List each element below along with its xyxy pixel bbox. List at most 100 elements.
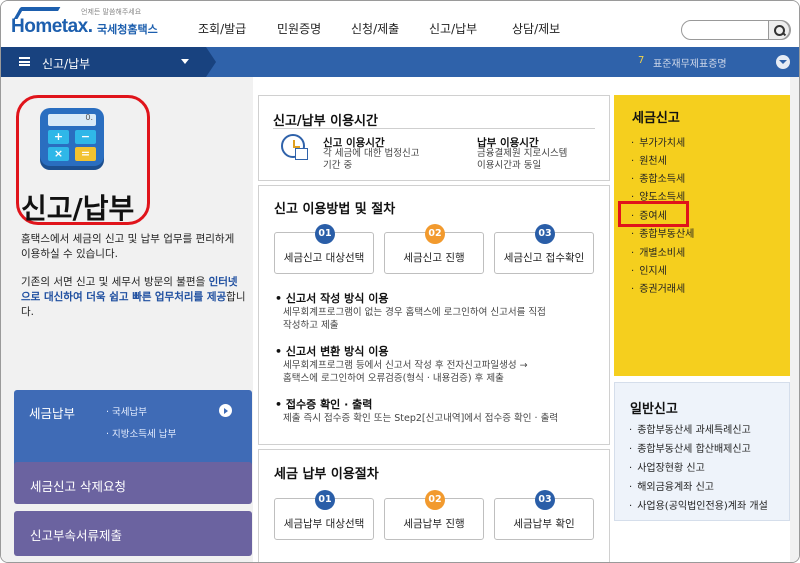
method-title: 신고 이용방법 및 절차 xyxy=(274,202,396,217)
notice-number: 7 xyxy=(638,55,645,66)
bullet-heading: • 신고서 변환 방식 이용 xyxy=(275,345,389,358)
menu-breadcrumb[interactable]: 신고/납부 xyxy=(1,47,216,77)
report-hours-desc-2: 기간 중 xyxy=(323,160,353,171)
tax-report-panel: 세금신고 부가가치세 원천세 종합소득세 양도소득세 증여세 종합부동산세 개별… xyxy=(614,95,790,376)
step-number: 03 xyxy=(535,224,555,244)
method-b2-title: 신고서 변환 방식 이용 xyxy=(285,345,389,358)
tax-report-item-individual-consumption[interactable]: 개별소비세 xyxy=(631,244,685,259)
attachment-submit-label: 신고부속서류제출 xyxy=(30,528,123,543)
hours-title: 신고/납부 이용시간 xyxy=(273,114,378,129)
report-step-2[interactable]: 02 세금신고 진행 xyxy=(384,224,484,274)
menu-title: 신고/납부 xyxy=(42,57,91,71)
intro2-line-a: 기존의 서면 신고 및 세무서 방문의 불편을 xyxy=(21,276,206,288)
pay-hours-desc-2: 이용시간과 동일 xyxy=(477,160,542,171)
gift-tax-highlight xyxy=(618,201,689,227)
report-step-1[interactable]: 01 세금신고 대상선택 xyxy=(274,224,374,274)
local-income-tax-link[interactable]: · 지방소득세 납부 xyxy=(106,426,176,440)
hours-card: 신고/납부 이용시간 신고 이용시간 각 세금에 대한 법정신고 기간 중 납부… xyxy=(258,95,610,181)
step-label: 세금납부 대상선택 xyxy=(283,518,365,530)
nav-consult-report[interactable]: 상담/제보 xyxy=(512,20,560,37)
step-label: 세금납부 진행 xyxy=(403,518,465,530)
general-report-panel: 일반신고 종합부동산세 과세특례신고 종합부동산세 합산배제신고 사업장현황 신… xyxy=(614,382,790,521)
method-b1-line-2: 작성하고 제출 xyxy=(283,320,339,331)
menu-bar: 신고/납부 7 표준재무제표증명 xyxy=(1,47,799,77)
nav-report-pay[interactable]: 신고/납부 xyxy=(429,20,477,37)
left-panel: 0. + − × = 신고/납부 홈택스에서 세금의 신고 및 납부 업무를 편… xyxy=(1,77,253,562)
step-number: 02 xyxy=(425,224,445,244)
tax-report-item-vat[interactable]: 부가가치세 xyxy=(631,134,685,149)
hamburger-icon[interactable] xyxy=(19,57,30,66)
hometax-window: 언제든 말씀해주세요 Hometax. 국세청홈택스 조회/발급 민원증명 신청… xyxy=(0,0,800,563)
step-number: 01 xyxy=(315,490,335,510)
delete-request-button[interactable]: 세금신고 삭제요청 xyxy=(14,462,252,504)
step-label: 세금신고 진행 xyxy=(403,252,465,264)
multiply-key: × xyxy=(48,147,69,161)
nav-apply-submit[interactable]: 신청/제출 xyxy=(351,20,399,37)
tax-report-item-stamp[interactable]: 인지세 xyxy=(631,262,667,277)
payment-step-3[interactable]: 03 세금납부 확인 xyxy=(494,490,594,540)
general-report-item[interactable]: 사업용(공익법인전용)계좌 개설 xyxy=(629,497,768,512)
general-report-item[interactable]: 해외금융계좌 신고 xyxy=(629,478,714,493)
search-box[interactable] xyxy=(681,20,791,40)
report-hours-desc-1: 각 세금에 대한 법정신고 xyxy=(323,148,420,159)
calculator-icon: 0. + − × = xyxy=(40,108,104,166)
payment-step-1[interactable]: 01 세금납부 대상선택 xyxy=(274,490,374,540)
tax-report-item-comprehensive-realestate[interactable]: 종합부동산세 xyxy=(631,225,694,240)
calc-display: 0. xyxy=(85,113,93,122)
top-header: 언제든 말씀해주세요 Hometax. 국세청홈택스 조회/발급 민원증명 신청… xyxy=(1,1,799,47)
nav-civil-certificate[interactable]: 민원증명 xyxy=(277,20,321,37)
general-report-item[interactable]: 종합부동산세 과세특례신고 xyxy=(629,421,751,436)
tax-report-item-income[interactable]: 종합소득세 xyxy=(631,170,685,185)
tax-report-item-securities-transaction[interactable]: 증권거래세 xyxy=(631,280,685,295)
step-number: 02 xyxy=(425,490,445,510)
report-step-3[interactable]: 03 세금신고 접수확인 xyxy=(494,224,594,274)
divider xyxy=(273,128,595,129)
intro-text: 홈택스에서 세금의 신고 및 납부 업무를 편리하게 이용하실 수 있습니다. xyxy=(21,233,235,260)
logo-sub-text: 국세청홈택스 xyxy=(97,23,158,36)
method-b3-line-1: 제출 즉시 접수증 확인 또는 Step2[신고내역]에서 접수증 확인 · 출… xyxy=(283,413,559,424)
method-b2-line-1: 세무회계프로그램 등에서 신고서 작성 후 전자신고파일생성 → xyxy=(283,360,528,371)
payment-step-2[interactable]: 02 세금납부 진행 xyxy=(384,490,484,540)
calc-screen: 0. xyxy=(48,113,96,126)
logo-main-text: Hometax. xyxy=(11,16,93,37)
clock-calendar-icon xyxy=(281,134,308,160)
page-title: 신고/납부 xyxy=(21,192,135,225)
payment-card: 세금 납부 이용절차 01 세금납부 대상선택 02 세금납부 진행 03 세금납부 … xyxy=(258,449,610,562)
method-b2-line-2: 홈택스에 로그인하여 오류검증(형식 · 내용검증) 후 제출 xyxy=(283,373,504,384)
minus-key: − xyxy=(75,130,96,144)
payment-title: 세금 납부 이용절차 xyxy=(274,467,379,482)
hometax-logo[interactable]: 언제든 말씀해주세요 Hometax. 국세청홈택스 xyxy=(11,7,161,41)
arrow-right-icon[interactable] xyxy=(219,404,232,417)
plus-key: + xyxy=(48,130,69,144)
step-label: 세금신고 대상선택 xyxy=(283,252,365,264)
method-card: 신고 이용방법 및 절차 01 세금신고 대상선택 02 세금신고 진행 03 세금신… xyxy=(258,185,610,445)
general-report-item[interactable]: 사업장현황 신고 xyxy=(629,459,705,474)
general-report-title: 일반신고 xyxy=(630,402,678,417)
bullet-heading: • 신고서 작성 방식 이용 xyxy=(275,292,389,305)
pay-hours-desc-1: 금융결제원 지로시스템 xyxy=(477,148,568,159)
tax-report-title: 세금신고 xyxy=(632,111,680,126)
intro-text-2: 기존의 서면 신고 및 세무서 방문의 불편을 인터넷으로 대신하여 더욱 쉽고… xyxy=(21,275,246,320)
national-tax-link[interactable]: · 국세납부 xyxy=(106,404,147,418)
step-label: 세금신고 접수확인 xyxy=(503,252,585,264)
right-gutter xyxy=(790,77,799,562)
general-report-item[interactable]: 종합부동산세 합산배제신고 xyxy=(629,440,751,455)
step-number: 01 xyxy=(315,224,335,244)
notice-text[interactable]: 표준재무제표증명 xyxy=(653,55,727,70)
equals-key: = xyxy=(75,147,96,161)
method-b3-title: 접수증 확인 · 출력 xyxy=(285,398,373,411)
nav-lookup-issue[interactable]: 조회/발급 xyxy=(198,20,246,37)
tax-report-item-withholding[interactable]: 원천세 xyxy=(631,152,667,167)
delete-request-label: 세금신고 삭제요청 xyxy=(30,479,126,494)
intro2-highlight-c: 업무처리를 제공 xyxy=(154,291,227,303)
method-b1-line-1: 세무회계프로그램이 없는 경우 홈택스에 로그인하여 신고서를 직접 xyxy=(283,307,546,318)
bullet-heading: • 접수증 확인 · 출력 xyxy=(275,398,373,411)
method-b1-title: 신고서 작성 방식 이용 xyxy=(285,292,389,305)
step-label: 세금납부 확인 xyxy=(513,518,575,530)
tax-payment-title: 세금납부 xyxy=(29,406,76,421)
search-icon[interactable] xyxy=(768,20,790,40)
attachment-submit-button[interactable]: 신고부속서류제출 xyxy=(14,511,252,556)
expand-circle-icon[interactable] xyxy=(776,55,790,69)
chevron-down-icon[interactable] xyxy=(181,59,189,64)
step-number: 03 xyxy=(535,490,555,510)
